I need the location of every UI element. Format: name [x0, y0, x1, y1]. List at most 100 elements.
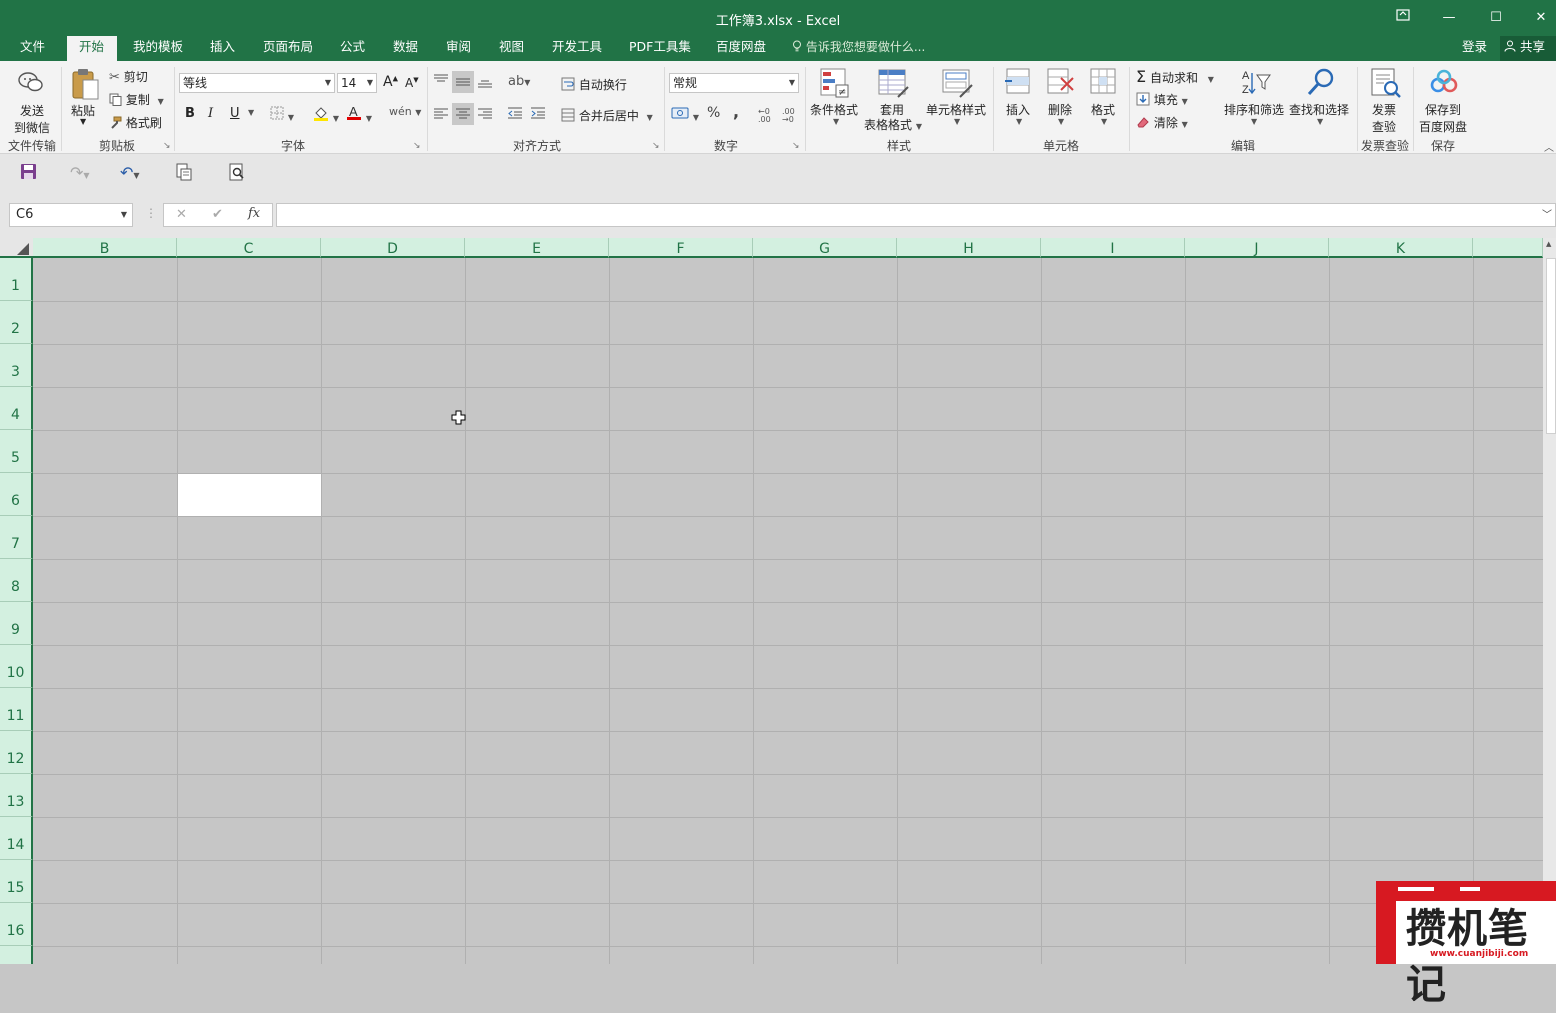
chevron-down-icon[interactable]: ▼: [121, 204, 127, 226]
column-header-D[interactable]: D: [321, 238, 465, 258]
row-header-16[interactable]: 16: [0, 903, 33, 946]
column-header-K[interactable]: K: [1329, 238, 1473, 258]
font-name-select[interactable]: 等线 ▼: [179, 73, 335, 93]
accounting-format-button[interactable]: ▼: [671, 106, 699, 123]
cell-styles-button[interactable]: 单元格样式: [926, 101, 986, 118]
align-right-button[interactable]: [477, 108, 493, 123]
save-to-baidu-button[interactable]: 保存到 百度网盘: [1419, 101, 1467, 135]
font-size-select[interactable]: 14 ▼: [337, 73, 377, 93]
redo-button[interactable]: ↷▼: [70, 163, 90, 182]
align-left-button[interactable]: [433, 108, 449, 123]
conditional-format-button[interactable]: 条件格式: [810, 101, 858, 118]
collapse-ribbon-icon[interactable]: ︿: [1544, 139, 1554, 154]
alignment-launcher-icon[interactable]: ↘: [652, 141, 660, 151]
copy-button[interactable]: 复制 ▼: [109, 91, 164, 108]
column-header-G[interactable]: G: [753, 238, 897, 258]
row-header-1[interactable]: 1: [0, 258, 33, 301]
row-header-4[interactable]: 4: [0, 387, 33, 430]
increase-indent-button[interactable]: [530, 106, 546, 123]
tab-view[interactable]: 视图: [487, 36, 536, 61]
grow-font-button[interactable]: A▲: [383, 74, 398, 90]
align-top-button[interactable]: [433, 73, 449, 90]
chevron-down-icon[interactable]: ▼: [954, 117, 960, 126]
chevron-down-icon[interactable]: ▼: [1317, 117, 1323, 126]
maximize-button[interactable]: ☐: [1479, 6, 1513, 30]
scrollbar-thumb[interactable]: [1546, 258, 1556, 434]
expand-formula-icon[interactable]: ﹀: [1542, 206, 1552, 221]
paste-dropdown-icon[interactable]: ▼: [80, 117, 86, 126]
minimize-button[interactable]: —: [1432, 6, 1466, 30]
shrink-font-button[interactable]: A▼: [405, 76, 419, 90]
chevron-down-icon[interactable]: ▼: [833, 117, 839, 126]
fill-button[interactable]: 填充 ▼: [1136, 91, 1188, 108]
find-select-button[interactable]: 查找和选择: [1289, 101, 1349, 118]
scroll-up-icon[interactable]: ▲: [1546, 240, 1551, 248]
row-header-12[interactable]: 12: [0, 731, 33, 774]
row-header-2[interactable]: 2: [0, 301, 33, 344]
copy-dropdown-icon[interactable]: ▼: [158, 97, 164, 106]
column-header-B[interactable]: B: [33, 238, 177, 258]
underline-button[interactable]: U: [230, 106, 240, 121]
wrap-text-button[interactable]: 自动换行: [561, 76, 627, 93]
cancel-icon[interactable]: ✕: [176, 207, 187, 222]
column-header-I[interactable]: I: [1041, 238, 1185, 258]
tab-formulas[interactable]: 公式: [328, 36, 377, 61]
insert-cells-button[interactable]: 插入: [1006, 101, 1030, 118]
tab-file[interactable]: 文件: [8, 36, 57, 61]
tell-me-box[interactable]: 告诉我您想要做什么...: [792, 36, 925, 61]
invoice-check-button[interactable]: 发票 查验: [1372, 101, 1396, 135]
align-bottom-button[interactable]: [477, 75, 493, 92]
row-header-7[interactable]: 7: [0, 516, 33, 559]
number-format-select[interactable]: 常规 ▼: [669, 73, 799, 93]
ribbon-display-icon[interactable]: [1386, 6, 1420, 30]
fill-color-button[interactable]: ▼: [313, 105, 339, 124]
row-header-14[interactable]: 14: [0, 817, 33, 860]
autosum-button[interactable]: Σ 自动求和 ▼: [1136, 67, 1214, 86]
row-header-partial[interactable]: [0, 946, 33, 964]
decrease-decimal-button[interactable]: .00 →0: [782, 108, 795, 124]
row-header-10[interactable]: 10: [0, 645, 33, 688]
font-launcher-icon[interactable]: ↘: [413, 141, 421, 151]
formula-input[interactable]: ﹀: [276, 203, 1556, 227]
cut-button[interactable]: ✂ 剪切: [109, 68, 148, 85]
save-button[interactable]: [20, 163, 37, 184]
tab-data[interactable]: 数据: [381, 36, 430, 61]
format-as-table-button[interactable]: 表格格式 ▼: [864, 116, 922, 133]
share-button[interactable]: 共享: [1500, 36, 1556, 61]
row-header-9[interactable]: 9: [0, 602, 33, 645]
column-header-C[interactable]: C: [177, 238, 321, 258]
align-middle-button[interactable]: [452, 71, 474, 93]
tab-my-templates[interactable]: 我的模板: [121, 36, 195, 61]
font-color-button[interactable]: A ▼: [346, 104, 372, 124]
clear-button[interactable]: 清除 ▼: [1136, 114, 1188, 131]
delete-cells-button[interactable]: 删除: [1048, 101, 1072, 118]
decrease-indent-button[interactable]: [507, 106, 523, 123]
column-header-H[interactable]: H: [897, 238, 1041, 258]
column-header-E[interactable]: E: [465, 238, 609, 258]
tab-page-layout[interactable]: 页面布局: [251, 36, 325, 61]
insert-function-icon[interactable]: fx: [248, 206, 260, 221]
close-button[interactable]: ✕: [1524, 6, 1556, 30]
select-all-button[interactable]: [0, 238, 33, 258]
format-cells-button[interactable]: 格式: [1091, 101, 1115, 118]
selected-cell[interactable]: [178, 474, 321, 516]
comma-style-button[interactable]: ,: [733, 102, 739, 121]
column-header-partial[interactable]: [1473, 238, 1543, 258]
italic-button[interactable]: I: [208, 106, 213, 121]
row-header-3[interactable]: 3: [0, 344, 33, 387]
chevron-down-icon[interactable]: ▼: [1058, 117, 1064, 126]
column-header-F[interactable]: F: [609, 238, 753, 258]
increase-decimal-button[interactable]: ←0.00: [758, 108, 771, 124]
preview-button[interactable]: [228, 163, 246, 185]
chevron-down-icon[interactable]: ▼: [1251, 117, 1257, 126]
tab-review[interactable]: 审阅: [434, 36, 483, 61]
row-header-5[interactable]: 5: [0, 430, 33, 473]
sort-filter-button[interactable]: 排序和筛选: [1224, 101, 1284, 118]
row-header-11[interactable]: 11: [0, 688, 33, 731]
clipboard-launcher-icon[interactable]: ↘: [163, 141, 171, 151]
percent-button[interactable]: %: [707, 105, 720, 121]
row-header-8[interactable]: 8: [0, 559, 33, 602]
tab-baidu-netdisk[interactable]: 百度网盘: [704, 36, 778, 61]
name-box[interactable]: C6 ▼: [9, 203, 133, 227]
align-center-button[interactable]: [452, 103, 474, 125]
